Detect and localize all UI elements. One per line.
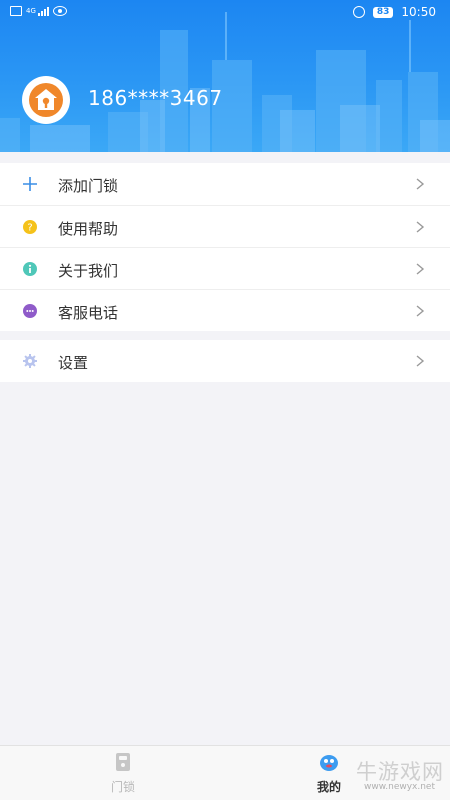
chevron-right-icon — [416, 263, 425, 275]
watermark-url: www.newyx.net — [364, 782, 436, 792]
alarm-icon — [352, 6, 365, 18]
chevron-right-icon — [416, 355, 425, 367]
site-watermark: 牛游戏网 www.newyx.net — [306, 748, 450, 796]
tab-label: 门锁 — [110, 780, 135, 794]
tab-door-lock[interactable]: 门锁 — [78, 752, 168, 795]
gear-icon — [23, 354, 37, 368]
menu-item-label: 客服电话 — [58, 304, 119, 322]
menu-list: 添加门锁 ? 使用帮助 关于我们 客服电话 — [0, 163, 450, 331]
house-key-logo-icon — [29, 83, 63, 117]
help-icon: ? — [23, 220, 37, 234]
menu-item-label: 添加门锁 — [58, 177, 119, 195]
chat-icon — [23, 304, 37, 318]
info-icon — [23, 262, 37, 276]
status-time: 10:50 — [401, 5, 436, 19]
menu-item-label: 关于我们 — [58, 262, 119, 280]
battery-indicator: 83 — [372, 6, 394, 18]
status-bar: 4G 83 10:50 — [0, 0, 450, 26]
network-type-label: 4G — [26, 7, 36, 15]
profile-header: 4G 83 10:50 186****3467 — [0, 0, 450, 152]
settings-section: 设置 — [0, 340, 450, 382]
menu-item-label: 使用帮助 — [58, 220, 119, 238]
plus-icon — [23, 177, 37, 191]
chevron-right-icon — [416, 305, 425, 317]
menu-item-help[interactable]: ? 使用帮助 — [0, 205, 450, 247]
menu-item-settings[interactable]: 设置 — [0, 340, 450, 382]
eye-icon — [52, 6, 67, 16]
avatar[interactable] — [22, 76, 70, 124]
user-phone-number: 186****3467 — [88, 86, 223, 110]
menu-item-add-lock[interactable]: 添加门锁 — [0, 163, 450, 205]
menu-item-about-us[interactable]: 关于我们 — [0, 247, 450, 289]
chevron-right-icon — [416, 221, 425, 233]
signal-strength-icon — [37, 6, 49, 16]
door-lock-icon — [116, 753, 130, 771]
menu-item-customer-service[interactable]: 客服电话 — [0, 289, 450, 331]
chevron-right-icon — [416, 178, 425, 190]
svg-text:?: ? — [27, 223, 32, 234]
sim-card-icon — [10, 6, 22, 16]
bottom-tab-bar: 门锁 我的 牛游戏网 www.newyx.net — [0, 745, 450, 800]
menu-item-label: 设置 — [58, 354, 89, 372]
